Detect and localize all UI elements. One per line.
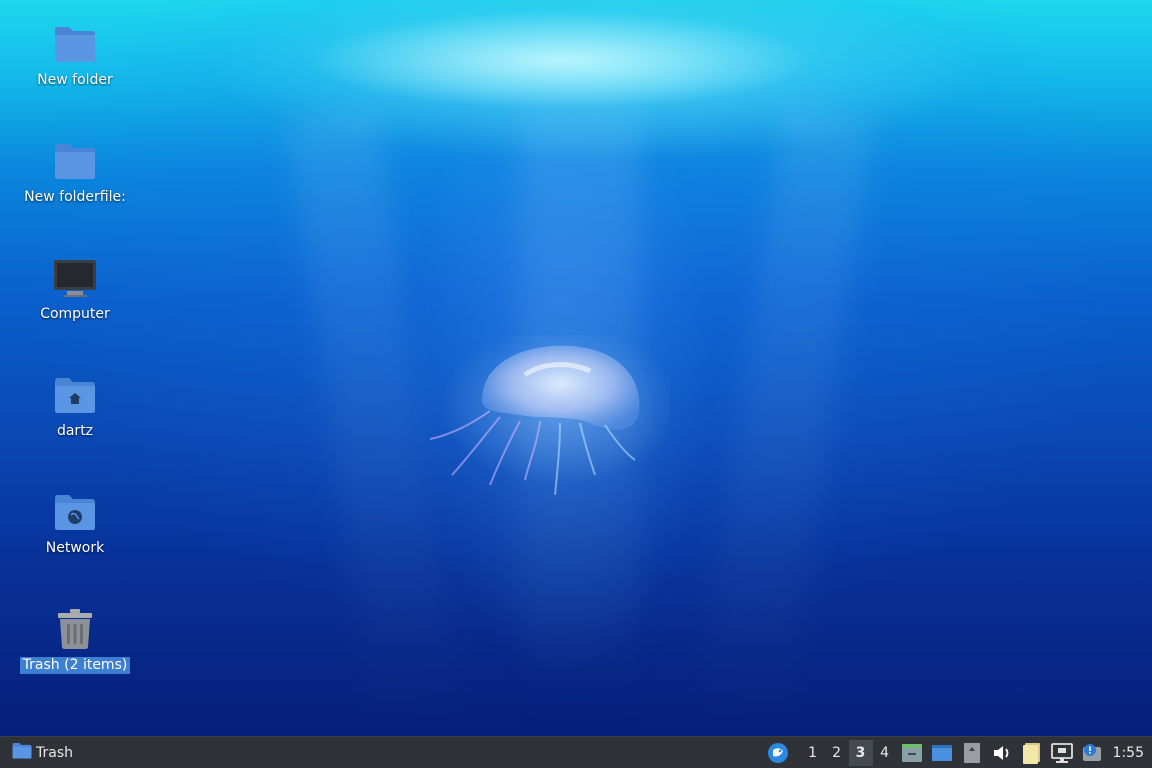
taskbar-window-button-trash[interactable]: Trash <box>8 740 77 766</box>
folder-icon <box>53 139 97 183</box>
system-tray: 1 2 3 4 1:55 <box>763 737 1152 769</box>
light-ray <box>697 106 873 734</box>
desktop-icon-dartz[interactable]: dartz <box>15 373 135 440</box>
clock[interactable]: 1:55 <box>1113 745 1144 761</box>
clipboard-icon[interactable] <box>959 740 985 766</box>
desktop-icon-label: dartz <box>56 423 94 439</box>
home-folder-icon <box>53 373 97 417</box>
folder-icon <box>12 742 32 763</box>
window-icon[interactable] <box>929 740 955 766</box>
taskbar-window-label: Trash <box>36 744 73 761</box>
workspace-2-button[interactable]: 2 <box>825 740 849 766</box>
network-folder-icon <box>53 490 97 534</box>
folder-icon <box>53 22 97 66</box>
workspace-3-button[interactable]: 3 <box>848 739 873 766</box>
desktop-icon-label: Network <box>45 540 105 556</box>
desktop-icon-new-folderfile[interactable]: New folderfile: <box>15 139 135 206</box>
workspace-1-button[interactable]: 1 <box>801 740 825 766</box>
jellyfish-wallpaper-art <box>430 335 670 496</box>
desktop-icon-new-folder[interactable]: New folder <box>15 22 135 89</box>
notification-icon[interactable] <box>1079 740 1105 766</box>
desktop-icon-label: New folder <box>37 72 113 88</box>
volume-icon[interactable] <box>989 740 1015 766</box>
desktop[interactable]: New folder New folderfile: Computer dart… <box>0 0 1152 736</box>
computer-icon <box>53 256 97 300</box>
desktop-icon-label: Trash (2 items) <box>19 657 131 674</box>
desktop-icon-trash[interactable]: Trash (2 items) <box>15 607 135 674</box>
show-desktop-icon[interactable] <box>899 740 925 766</box>
notes-icon[interactable] <box>1019 740 1045 766</box>
trash-icon <box>53 607 97 651</box>
workspace-4-button[interactable]: 4 <box>873 740 897 766</box>
whisker-menu-icon[interactable] <box>765 740 791 766</box>
desktop-icon-computer[interactable]: Computer <box>15 256 135 323</box>
desktop-icon-label: Computer <box>40 306 110 322</box>
desktop-icon-network[interactable]: Network <box>15 490 135 557</box>
network-wired-icon[interactable] <box>1049 740 1075 766</box>
taskbar: Trash 1 2 3 4 1:55 <box>0 736 1152 768</box>
desktop-icon-label: New folderfile: <box>24 189 126 205</box>
